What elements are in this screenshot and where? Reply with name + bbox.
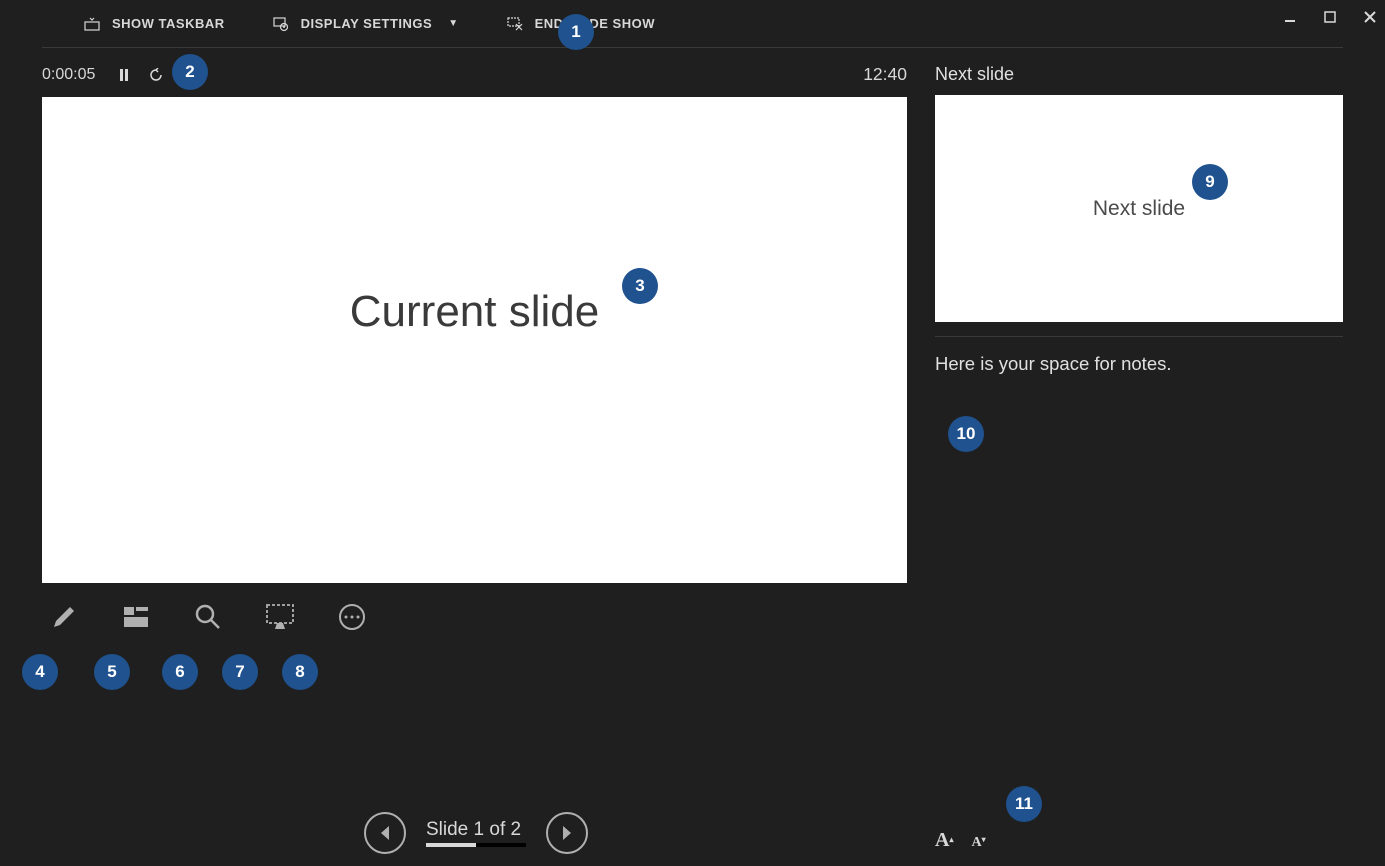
taskbar-icon [84, 16, 100, 32]
see-all-slides-button[interactable] [118, 599, 154, 635]
show-taskbar-label: SHOW TASKBAR [112, 16, 225, 31]
zoom-button[interactable] [190, 599, 226, 635]
annotation-badge-6: 6 [162, 654, 198, 690]
close-button[interactable] [1363, 10, 1377, 27]
next-slide-button[interactable] [546, 812, 588, 854]
annotation-badge-8: 8 [282, 654, 318, 690]
annotation-badge-5: 5 [94, 654, 130, 690]
black-screen-button[interactable] [262, 599, 298, 635]
increase-font-button[interactable]: A▴ [935, 829, 953, 852]
previous-slide-button[interactable] [364, 812, 406, 854]
annotation-badge-3: 3 [622, 268, 658, 304]
dropdown-arrow-icon: ▼ [448, 18, 458, 29]
display-settings-label: DISPLAY SETTINGS [301, 16, 433, 31]
next-slide-preview[interactable]: Next slide [935, 95, 1343, 322]
end-slideshow-label: END SLIDE SHOW [535, 16, 655, 31]
pause-button[interactable] [117, 68, 131, 82]
maximize-button[interactable] [1323, 10, 1337, 27]
end-slideshow-icon [507, 16, 523, 32]
minimize-button[interactable] [1283, 10, 1297, 27]
annotation-badge-2: 2 [172, 54, 208, 90]
slide-counter: Slide 1 of 2 [426, 819, 521, 843]
current-slide-preview[interactable]: Current slide [42, 97, 907, 583]
display-settings-icon [273, 16, 289, 32]
annotation-badge-1: 1 [558, 14, 594, 50]
current-slide-text: Current slide [350, 287, 599, 337]
annotation-badge-7: 7 [222, 654, 258, 690]
more-options-button[interactable] [334, 599, 370, 635]
annotation-badge-10: 10 [948, 416, 984, 452]
restart-button[interactable] [149, 68, 163, 82]
display-settings-button[interactable]: DISPLAY SETTINGS ▼ [273, 16, 459, 32]
next-slide-label: Next slide [935, 48, 1343, 95]
divider [935, 336, 1343, 337]
pen-tool-button[interactable] [46, 599, 82, 635]
annotation-badge-9: 9 [1192, 164, 1228, 200]
slide-progress [426, 843, 526, 847]
decrease-font-button[interactable]: A▾ [971, 835, 985, 851]
next-slide-text: Next slide [1093, 197, 1185, 221]
annotation-badge-4: 4 [22, 654, 58, 690]
elapsed-time: 0:00:05 [42, 66, 95, 84]
notes-area[interactable]: Here is your space for notes. [935, 353, 1343, 375]
annotation-badge-11: 11 [1006, 786, 1042, 822]
show-taskbar-button[interactable]: SHOW TASKBAR [84, 16, 225, 32]
clock-time: 12:40 [863, 64, 907, 85]
